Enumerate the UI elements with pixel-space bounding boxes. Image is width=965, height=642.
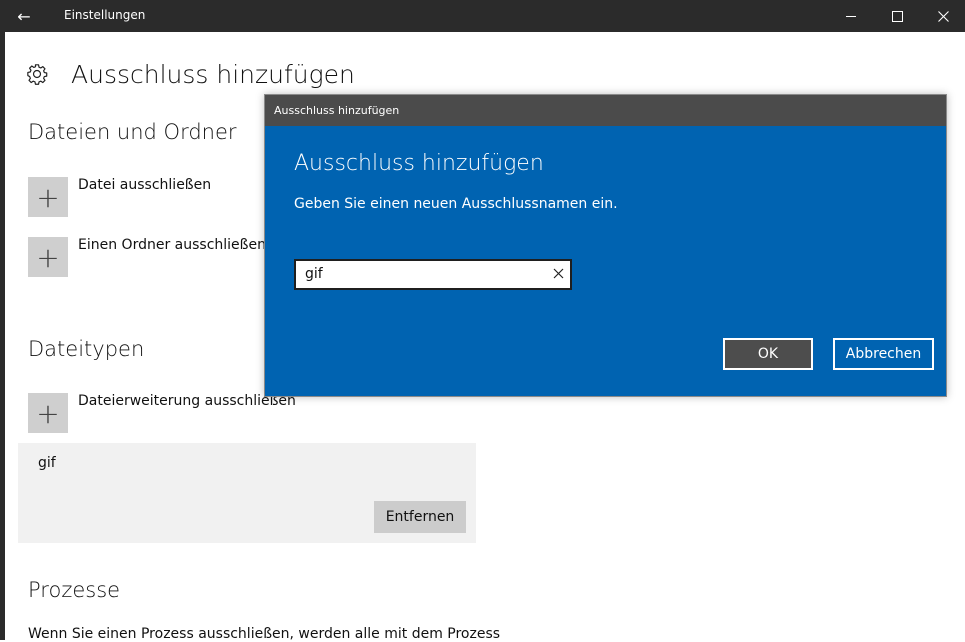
exclusion-name-input[interactable]: gif [294, 259, 572, 290]
gear-icon [26, 63, 48, 85]
plus-icon: + [36, 396, 60, 430]
window-left-edge [0, 0, 5, 640]
add-folder-label: Einen Ordner ausschließen [78, 237, 266, 253]
section-title-files-folders: Dateien und Ordner [28, 120, 237, 144]
close-button[interactable] [920, 0, 965, 32]
close-icon [937, 10, 949, 22]
extension-name: gif [38, 455, 56, 471]
section-title-processes: Prozesse [28, 578, 121, 602]
exclusion-name-value: gif [305, 266, 323, 282]
page-header: Ausschluss hinzufügen [26, 56, 355, 92]
dialog-heading: Ausschluss hinzufügen [294, 151, 544, 176]
minimize-button[interactable] [828, 0, 874, 32]
maximize-button[interactable] [874, 0, 920, 32]
maximize-icon [891, 10, 903, 22]
add-file-button[interactable]: + [28, 177, 68, 217]
list-item-extension[interactable]: gif Entfernen [18, 443, 476, 543]
add-exclusion-dialog: Ausschluss hinzufügen Ausschluss hinzufü… [264, 94, 947, 397]
back-arrow-icon: ← [17, 6, 31, 26]
page-title: Ausschluss hinzufügen [71, 59, 355, 89]
plus-icon: + [36, 240, 60, 274]
dialog-titlebar[interactable]: Ausschluss hinzufügen [265, 95, 946, 126]
dialog-window-title: Ausschluss hinzufügen [274, 104, 400, 117]
add-folder-button[interactable]: + [28, 237, 68, 277]
minimize-icon [846, 15, 856, 17]
add-extension-button[interactable]: + [28, 393, 68, 433]
add-file-label: Datei ausschließen [78, 177, 212, 193]
remove-button[interactable]: Entfernen [374, 501, 466, 533]
plus-icon: + [36, 180, 60, 214]
window-title: Einstellungen [64, 8, 146, 22]
section-title-file-types: Dateitypen [28, 337, 145, 361]
window-titlebar: ← Einstellungen [0, 0, 965, 32]
clear-input-icon[interactable] [553, 268, 564, 279]
dialog-prompt: Geben Sie einen neuen Ausschlussnamen ei… [294, 196, 618, 212]
cancel-button[interactable]: Abbrechen [833, 338, 934, 370]
back-button[interactable]: ← [0, 0, 48, 32]
ok-button[interactable]: OK [723, 338, 813, 370]
